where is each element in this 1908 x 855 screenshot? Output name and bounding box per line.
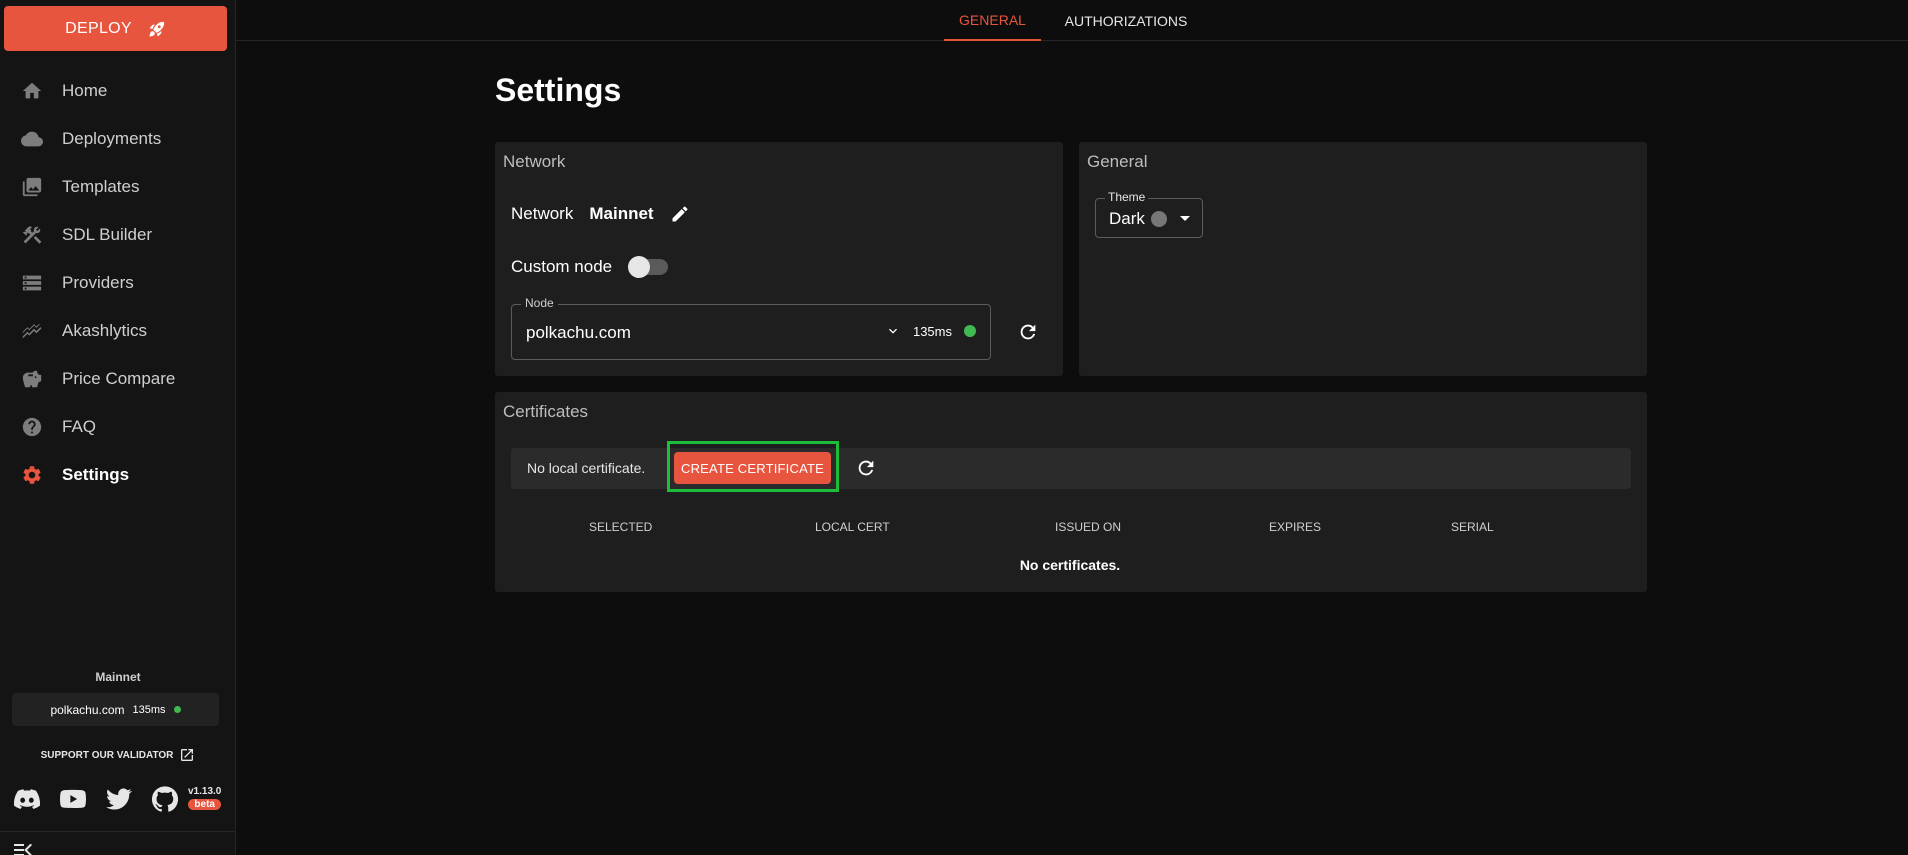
chevron-down-icon [888,328,897,334]
refresh-node-button[interactable] [1017,321,1039,348]
sidebar-item-label: Providers [62,273,134,292]
node-status: 135ms [885,323,976,339]
support-validator-link[interactable]: SUPPORT OUR VALIDATOR [0,747,236,763]
theme-legend: Theme [1105,190,1149,204]
network-label: Network [511,204,574,223]
network-card: Network Network Mainnet Custom node Node… [495,142,1063,376]
external-link-icon [181,749,194,761]
sidebar-item-label: Price Compare [62,369,176,388]
node-select[interactable]: Node polkachu.com 135ms [511,296,991,360]
custom-node-label: Custom node [511,257,613,276]
column-header-expires: EXPIRES [1269,520,1322,534]
help-icon [20,415,44,439]
sidebar-item-settings[interactable]: Settings [0,451,236,499]
version-info: v1.13.0 beta [188,786,222,810]
theme-value: Dark [1109,209,1145,228]
sidebar-item-home[interactable]: Home [0,67,236,115]
sidebar-item-akashlytics[interactable]: Akashlytics [0,307,236,355]
caret-down-icon [1180,216,1190,221]
collapse-sidebar-button[interactable] [14,843,34,855]
sidebar-item-label: Home [62,81,108,100]
deploy-label: DEPLOY [65,19,132,37]
theme-value-wrap: Dark [1109,209,1167,229]
certificates-card: Certificates No local certificate. CREAT… [495,392,1647,592]
divider [0,831,236,832]
node-latency: 135ms [912,323,952,339]
network-row: Network Mainnet [511,204,690,224]
storage-icon [20,271,44,295]
sidebar: DEPLOY Home Deployments Templates SDL Bu… [0,0,236,855]
custom-node-row: Custom node [511,256,669,278]
network-value: Mainnet [589,204,654,223]
network-card-title: Network [503,152,566,171]
page-title: Settings [495,72,622,108]
certificates-card-title: Certificates [503,402,589,421]
sidebar-item-label: SDL Builder [62,225,153,244]
analytics-icon [20,319,44,343]
status-dot-icon [173,706,181,713]
rocket-icon [149,21,164,36]
social-links [14,786,178,812]
sidebar-nav: Home Deployments Templates SDL Builder P… [0,67,236,499]
general-card-title: General [1087,152,1148,171]
collections-icon [20,175,44,199]
sidebar-item-label: Akashlytics [62,321,148,340]
sidebar-item-label: Settings [62,465,130,484]
column-header-selected: SELECTED [589,520,653,534]
sidebar-item-faq[interactable]: FAQ [0,403,236,451]
node-value: polkachu.com [526,323,631,342]
tab-general[interactable]: GENERAL [944,0,1041,41]
support-validator-label: SUPPORT OUR VALIDATOR [40,749,174,761]
sidebar-item-providers[interactable]: Providers [0,259,236,307]
cloud-icon [20,127,44,151]
refresh-icon [858,460,874,476]
empty-certificates-text: No certificates. [1019,557,1121,573]
sidebar-item-label: Templates [62,177,140,196]
edit-icon[interactable] [670,204,690,224]
sidebar-node-status[interactable]: polkachu.com 135ms [12,693,219,726]
deploy-button[interactable]: DEPLOY [4,6,227,51]
tab-authorizations[interactable]: AUTHORIZATIONS [1058,0,1194,41]
refresh-certificates-button[interactable] [855,457,877,484]
sidebar-item-label: FAQ [62,417,97,436]
beta-badge: beta [188,799,222,810]
create-certificate-button[interactable]: CREATE CERTIFICATE [674,452,831,484]
sidebar-item-deployments[interactable]: Deployments [0,115,236,163]
sidebar-node-name: polkachu.com [50,702,125,717]
sidebar-item-templates[interactable]: Templates [0,163,236,211]
twitter-icon[interactable] [106,786,132,812]
build-tools-icon [20,223,44,247]
certificate-toolbar: No local certificate. CREATE CERTIFICATE [511,441,1631,492]
toggle-knob [628,256,651,278]
menu-collapse-icon [14,843,32,855]
sidebar-item-price-compare[interactable]: Price Compare [0,355,236,403]
discord-icon[interactable] [14,786,40,812]
sidebar-item-label: Deployments [62,129,162,148]
column-header-local-cert: LOCAL CERT [815,520,890,534]
general-card: General Theme Dark [1079,142,1647,376]
column-header-issued-on: ISSUED ON [1055,520,1122,534]
theme-select[interactable]: Theme Dark [1095,190,1203,238]
youtube-icon[interactable] [60,786,86,812]
sidebar-network-label: Mainnet [95,670,141,684]
version-label: v1.13.0 [188,786,222,797]
gear-icon [20,463,44,487]
sidebar-item-sdl-builder[interactable]: SDL Builder [0,211,236,259]
node-legend: Node [521,296,558,310]
theme-mode-icon [1150,211,1167,227]
github-icon[interactable] [152,786,178,812]
piggy-bank-icon [20,367,44,391]
no-local-certificate-text: No local certificate. [527,460,646,476]
sidebar-node-latency: 135ms [132,703,166,716]
refresh-icon [1020,324,1036,340]
settings-tabs: GENERAL AUTHORIZATIONS [236,0,1908,41]
column-header-serial: SERIAL [1451,520,1494,534]
home-icon [20,79,44,103]
custom-node-toggle[interactable] [628,256,669,278]
status-dot-icon [964,325,976,337]
